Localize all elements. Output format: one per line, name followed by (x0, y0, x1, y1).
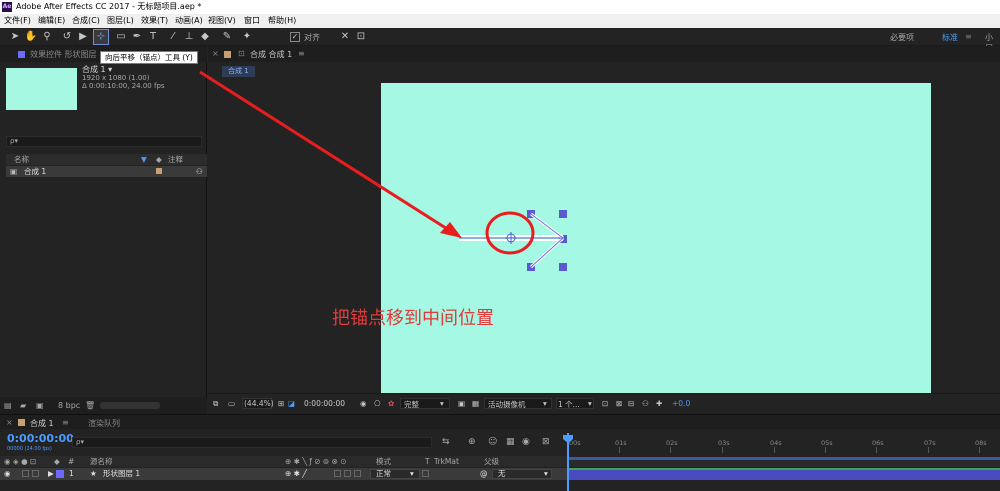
red-arrow-annotation (199, 70, 462, 238)
instruction-annotation: 把锚点移到中间位置 (332, 308, 494, 329)
after-effects-window: Ae Adobe After Effects CC 2017 - 无标题项目.a… (0, 0, 1000, 491)
annotation-arrow-head (440, 222, 462, 238)
annotation-arrow-line (199, 70, 453, 234)
